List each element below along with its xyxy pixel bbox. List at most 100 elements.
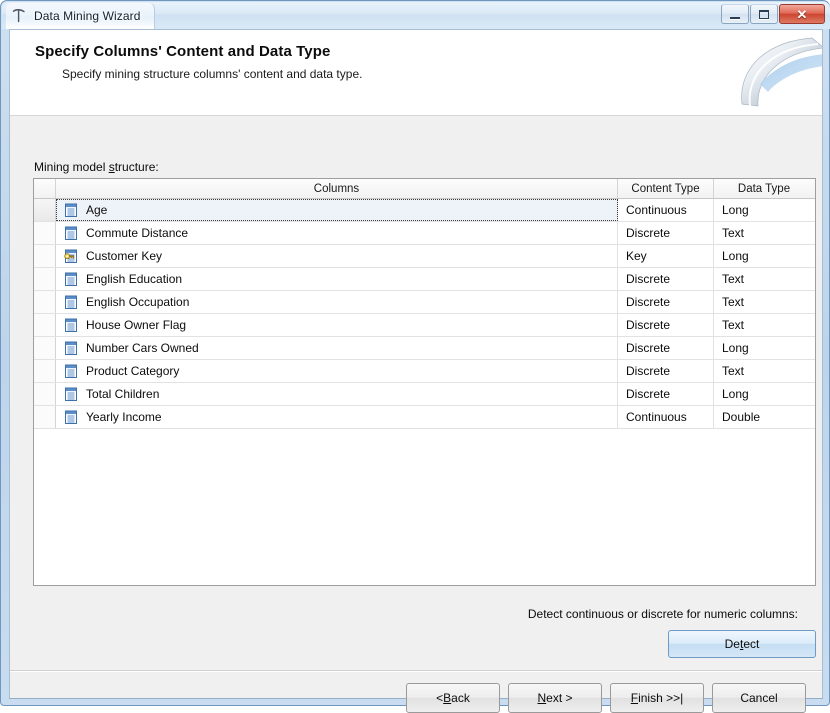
column-name-label: Number Cars Owned [86,341,199,355]
table-row[interactable]: House Owner Flag Discrete Text [34,314,815,337]
title-bar: Data Mining Wizard ✕ [2,2,830,29]
row-selector[interactable] [34,406,56,428]
table-column-icon [64,387,78,401]
row-selector[interactable] [34,291,56,313]
mining-structure-grid[interactable]: Columns Content Type Data Type Age Contin… [33,178,816,586]
cell-column-name[interactable]: Commute Distance [56,222,618,244]
window-controls: ✕ [721,4,825,24]
column-name-label: Yearly Income [86,410,162,424]
back-prefix: < [436,691,444,705]
label-part-after: tructure: [114,160,159,174]
table-row[interactable]: Commute Distance Discrete Text [34,222,815,245]
cell-data-type[interactable]: Text [714,360,814,382]
back-button[interactable]: < Back [406,683,500,713]
page-subtitle: Specify mining structure columns' conten… [62,67,363,81]
table-column-icon [64,410,78,424]
next-accesskey: N [537,691,547,705]
row-selector[interactable] [34,268,56,290]
grid-header-columns[interactable]: Columns [56,179,618,198]
row-selector[interactable] [34,337,56,359]
window-title: Data Mining Wizard [34,8,141,23]
table-key-column-icon [64,249,78,263]
cell-column-name[interactable]: English Occupation [56,291,618,313]
pickaxe-icon [10,7,28,25]
page-banner: Specify Columns' Content and Data Type S… [10,30,822,116]
table-column-icon [64,203,78,217]
row-selector[interactable] [34,245,56,267]
cell-column-name[interactable]: House Owner Flag [56,314,618,336]
mining-model-structure-label: Mining model structure: [34,160,159,174]
cell-content-type[interactable]: Key [618,245,714,267]
grid-header-data-type[interactable]: Data Type [714,179,814,198]
cell-column-name[interactable]: Product Category [56,360,618,382]
cell-data-type[interactable]: Text [714,222,814,244]
page-title: Specify Columns' Content and Data Type [35,43,331,60]
column-name-label: Total Children [86,387,160,401]
grid-header-row: Columns Content Type Data Type [34,179,815,199]
cell-column-name[interactable]: English Education [56,268,618,290]
cell-column-name[interactable]: Age [56,199,618,221]
table-row[interactable]: Number Cars Owned Discrete Long [34,337,815,360]
table-row[interactable]: Customer Key Key Long [34,245,815,268]
column-name-label: English Education [86,272,183,286]
close-button[interactable]: ✕ [779,4,825,24]
column-name-label: Commute Distance [86,226,189,240]
grid-body: Age Continuous Long Commute Distance Discre… [34,199,815,429]
cell-column-name[interactable]: Total Children [56,383,618,405]
grid-header-content-type[interactable]: Content Type [618,179,714,198]
row-selector[interactable] [34,199,56,221]
row-selector[interactable] [34,314,56,336]
cell-content-type[interactable]: Continuous [618,406,714,428]
cell-column-name[interactable]: Customer Key [56,245,618,267]
banner-swoosh-icon [720,30,822,115]
cell-data-type[interactable]: Double [714,406,814,428]
cell-column-name[interactable]: Number Cars Owned [56,337,618,359]
table-column-icon [64,226,78,240]
table-row[interactable]: Yearly Income Continuous Double [34,406,815,429]
cell-content-type[interactable]: Discrete [618,314,714,336]
table-row[interactable]: Total Children Discrete Long [34,383,815,406]
cell-data-type[interactable]: Long [714,245,814,267]
cell-content-type[interactable]: Continuous [618,199,714,221]
cell-data-type[interactable]: Long [714,337,814,359]
close-icon: ✕ [796,6,808,22]
row-selector[interactable] [34,222,56,244]
table-column-icon [64,341,78,355]
table-row[interactable]: English Occupation Discrete Text [34,291,815,314]
table-row[interactable]: Age Continuous Long [34,199,815,222]
maximize-icon [759,9,769,19]
cell-content-type[interactable]: Discrete [618,360,714,382]
column-name-label: Product Category [86,364,180,378]
cell-data-type[interactable]: Text [714,268,814,290]
cell-data-type[interactable]: Text [714,314,814,336]
cell-column-name[interactable]: Yearly Income [56,406,618,428]
table-row[interactable]: English Education Discrete Text [34,268,815,291]
cell-content-type[interactable]: Discrete [618,268,714,290]
cell-data-type[interactable]: Text [714,291,814,313]
cell-content-type[interactable]: Discrete [618,383,714,405]
wizard-navigation: < Back Next > Finish >>| Cancel [10,683,822,713]
label-part-before: Mining model [34,160,109,174]
table-row[interactable]: Product Category Discrete Text [34,360,815,383]
back-suffix: ack [451,691,470,705]
row-selector[interactable] [34,383,56,405]
detect-description: Detect continuous or discrete for numeri… [527,607,798,621]
grid-header-selector [34,179,56,198]
minimize-button[interactable] [721,4,749,24]
next-button[interactable]: Next > [508,683,602,713]
column-name-label: Customer Key [86,249,163,263]
wizard-window: Data Mining Wizard ✕ Specify Columns' Co… [0,0,830,713]
table-column-icon [64,272,78,286]
row-selector[interactable] [34,360,56,382]
cell-data-type[interactable]: Long [714,199,814,221]
table-column-icon [64,318,78,332]
cancel-button[interactable]: Cancel [712,683,806,713]
client-area: Specify Columns' Content and Data Type S… [9,29,823,713]
cell-content-type[interactable]: Discrete [618,337,714,359]
finish-button[interactable]: Finish >>| [610,683,704,713]
detect-button[interactable]: De t ect [668,630,816,658]
cell-data-type[interactable]: Long [714,383,814,405]
cell-content-type[interactable]: Discrete [618,222,714,244]
maximize-button[interactable] [750,4,778,24]
cell-content-type[interactable]: Discrete [618,291,714,313]
